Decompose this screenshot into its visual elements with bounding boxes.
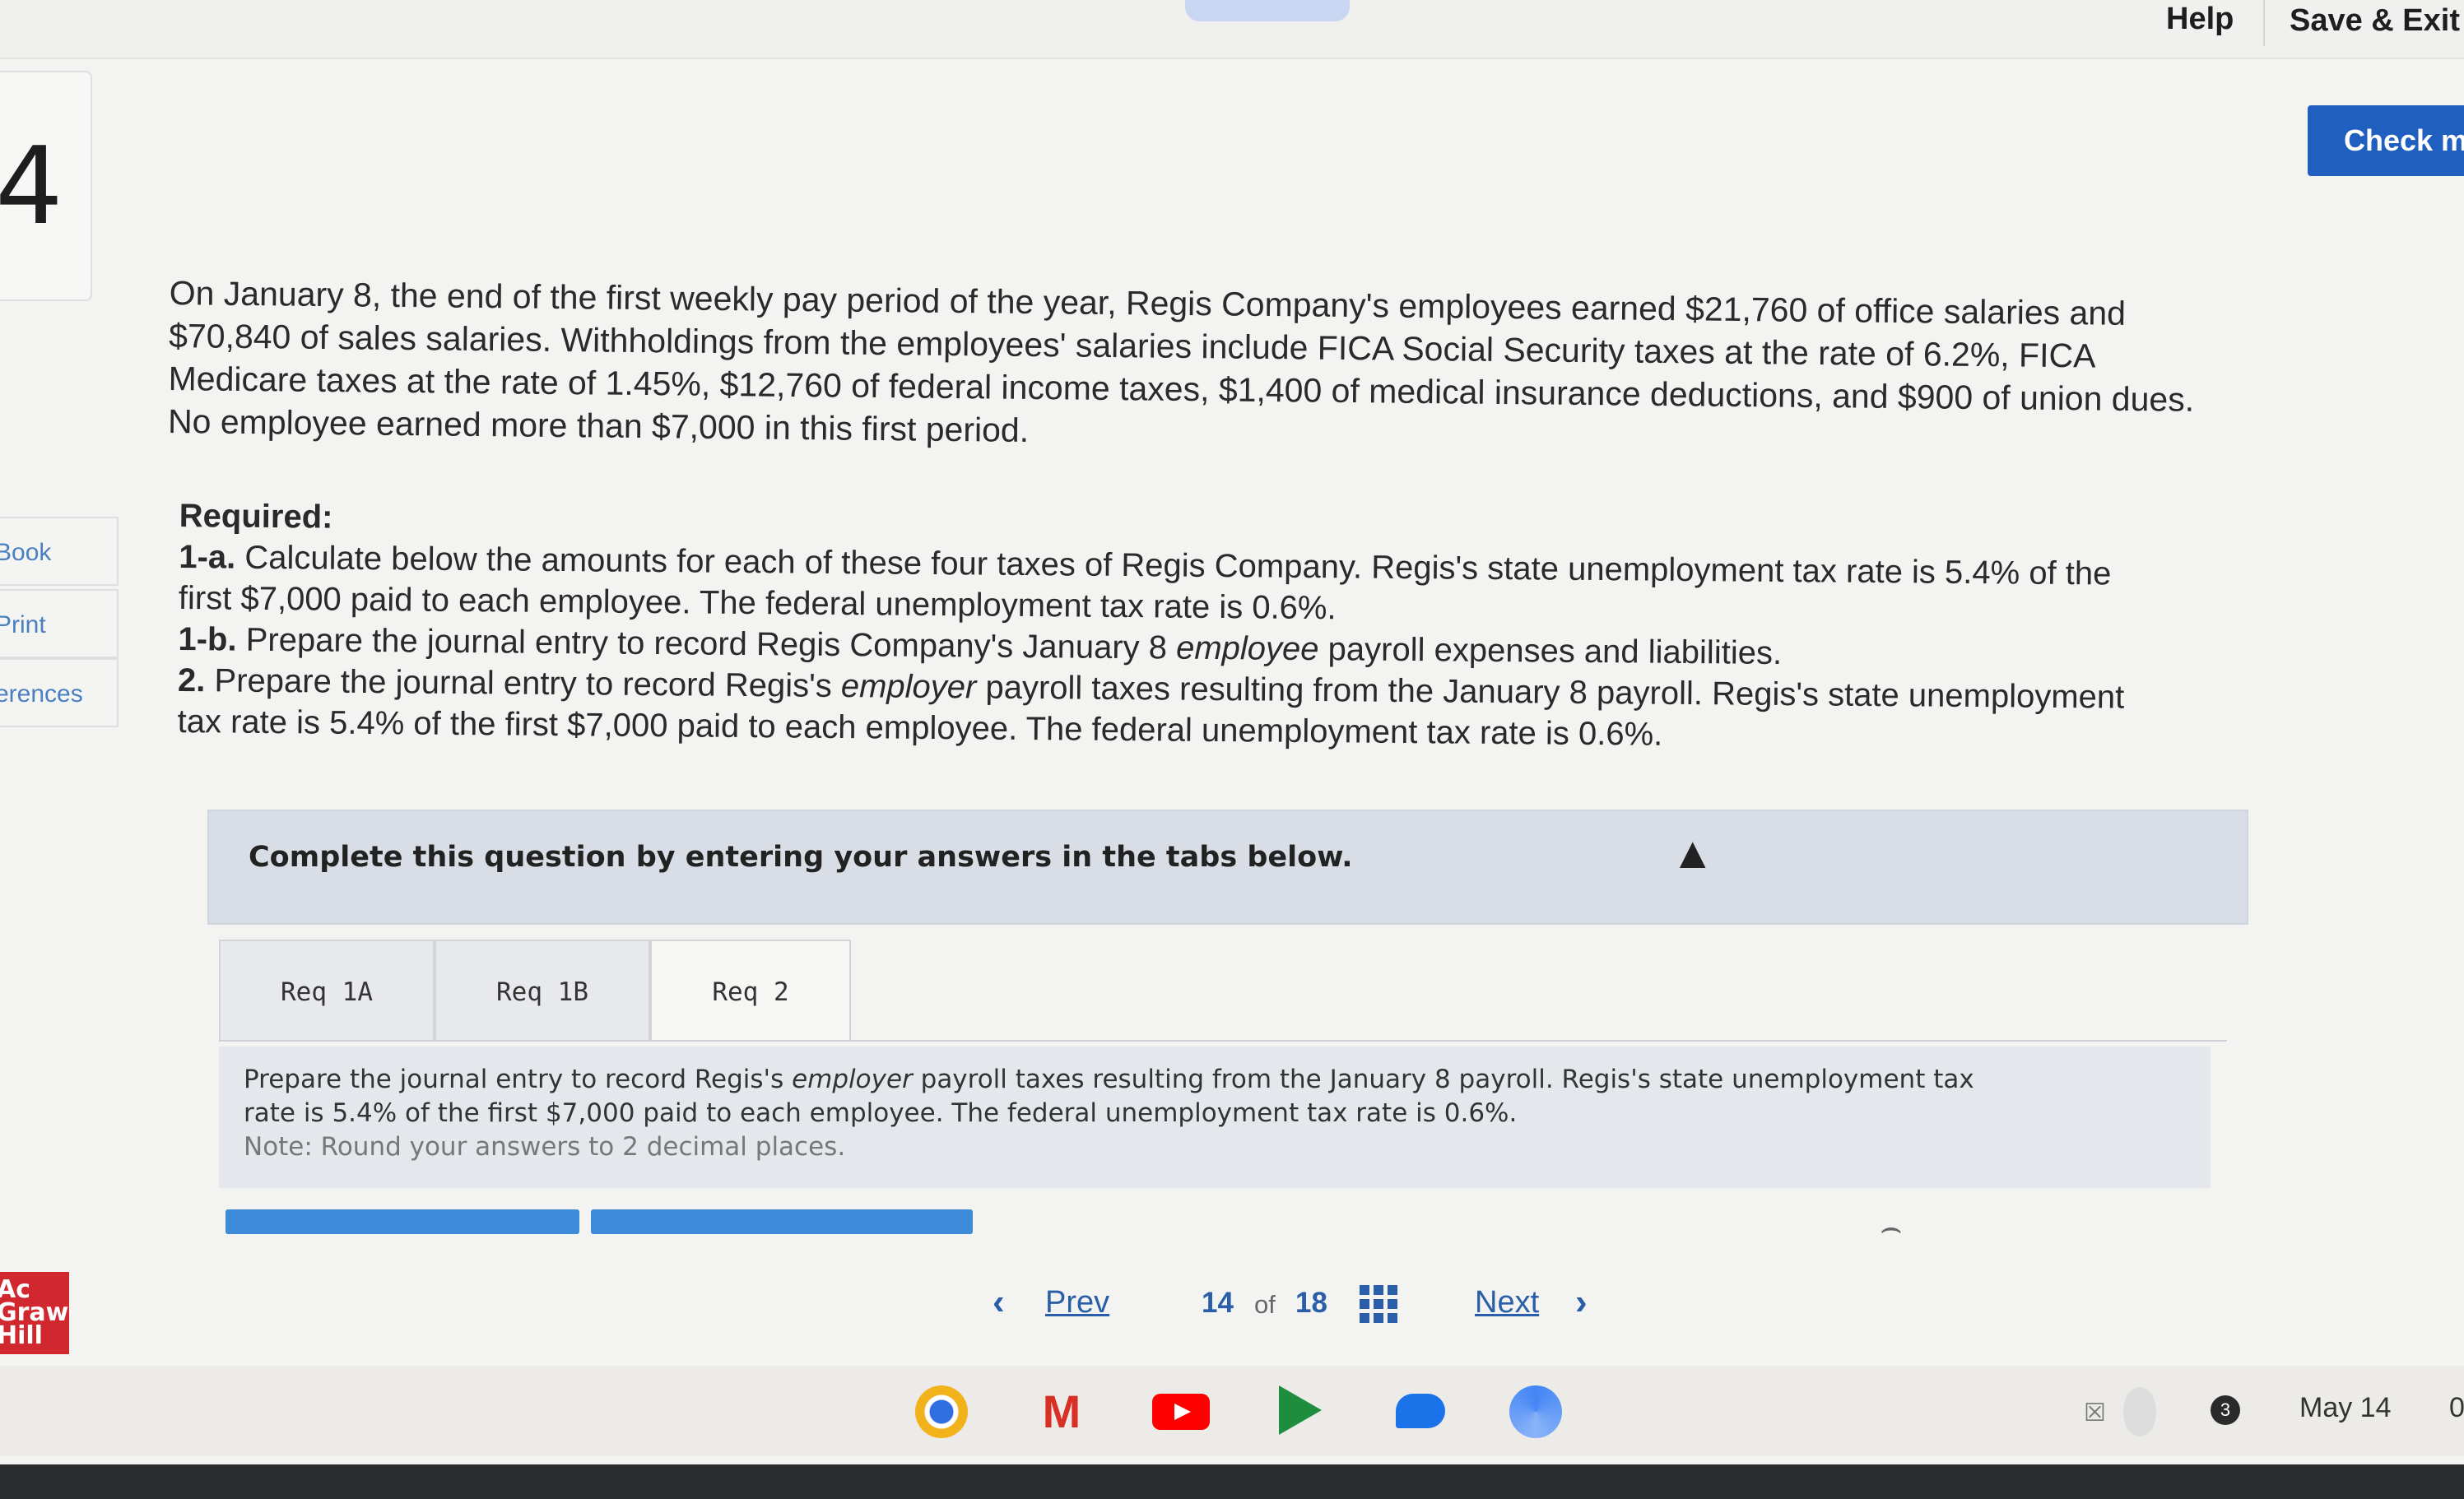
rounding-note: Note: Round your answers to 2 decimal pl… — [244, 1132, 846, 1162]
loading-bar — [225, 1209, 579, 1234]
loading-spinner-icon: ⌢ — [1880, 1208, 1903, 1246]
requirement-text: payroll expenses and liabilities. — [1318, 631, 1783, 671]
tab-divider — [219, 1040, 2227, 1042]
content-line: rate is 5.4% of the first $7,000 paid to… — [244, 1098, 1518, 1128]
requirement-emphasis: employer — [840, 668, 977, 706]
chevron-left-icon[interactable]: ‹ — [993, 1282, 1005, 1323]
youtube-icon[interactable] — [1152, 1394, 1210, 1430]
prev-button[interactable]: Prev — [1045, 1285, 1109, 1320]
content-line: Prepare the journal entry to record Regi… — [244, 1063, 2186, 1097]
notification-badge[interactable]: 3 — [2211, 1395, 2240, 1425]
requirement-label: 1-a. — [179, 538, 236, 576]
page-total: 18 — [1295, 1287, 1327, 1319]
content-text: payroll taxes resulting from the January… — [912, 1065, 1974, 1094]
next-button[interactable]: Next — [1475, 1285, 1539, 1320]
content-text: Prepare the journal entry to record Regi… — [244, 1065, 793, 1094]
requirement-text: payroll taxes resulting from the January… — [976, 669, 2125, 716]
chrome-icon[interactable] — [915, 1385, 968, 1438]
save-exit-button[interactable]: Save & Exit — [2290, 3, 2460, 39]
question-intro: On January 8, the end of the first weekl… — [168, 271, 2342, 466]
requirement-text: Prepare the journal entry to record Regi… — [205, 662, 842, 705]
close-icon[interactable]: ☒ — [2084, 1399, 2106, 1427]
question-number: 4 — [0, 123, 63, 248]
tab-req-1a[interactable]: Req 1A — [219, 940, 435, 1042]
chevron-right-icon[interactable]: › — [1575, 1282, 1588, 1323]
play-store-icon[interactable] — [1279, 1385, 1322, 1435]
tab-req-1b[interactable]: Req 1B — [435, 940, 650, 1042]
instruction-text: Complete this question by entering your … — [249, 841, 1353, 874]
tab-req-2[interactable]: Req 2 — [650, 940, 851, 1042]
screen-bezel — [0, 1464, 2464, 1499]
gmail-icon[interactable]: M — [1035, 1385, 1088, 1438]
top-divider — [2263, 0, 2265, 46]
requirement-text: Prepare the journal entry to record Regi… — [236, 621, 1177, 666]
sidebar-link-print[interactable]: Print — [0, 589, 119, 658]
grid-icon[interactable] — [1360, 1285, 1397, 1323]
requirement-emphasis: employee — [1175, 629, 1319, 668]
loading-bar — [591, 1209, 973, 1234]
requirement-label: 1-b. — [178, 620, 237, 658]
sidebar-link-book[interactable]: Book — [0, 517, 119, 586]
mouse-cursor-icon: ▲ — [1671, 828, 1715, 878]
tray-time[interactable]: 0 — [2449, 1392, 2464, 1424]
messages-icon[interactable] — [1396, 1394, 1445, 1428]
required-section: Required: 1-a. Calculate below the amoun… — [177, 495, 2286, 760]
camera-icon[interactable] — [1509, 1385, 1562, 1438]
page-of-label: of — [1254, 1290, 1276, 1319]
tray-date[interactable]: May 14 — [2299, 1392, 2392, 1424]
top-tab-indicator — [1185, 0, 1350, 21]
help-link[interactable]: Help — [2166, 2, 2234, 37]
content-emphasis: employer — [792, 1065, 913, 1094]
tab-content-text: Prepare the journal entry to record Regi… — [244, 1063, 2186, 1164]
requirement-label: 2. — [177, 661, 206, 699]
sidebar-link-references[interactable]: erences — [0, 658, 119, 727]
mcgraw-hill-logo: Ac Graw Hill — [0, 1272, 69, 1354]
battery-icon[interactable] — [2123, 1387, 2156, 1436]
logo-line: Hill — [0, 1321, 43, 1350]
check-my-work-button[interactable]: Check m — [2308, 105, 2464, 176]
page-current: 14 — [1202, 1287, 1234, 1319]
